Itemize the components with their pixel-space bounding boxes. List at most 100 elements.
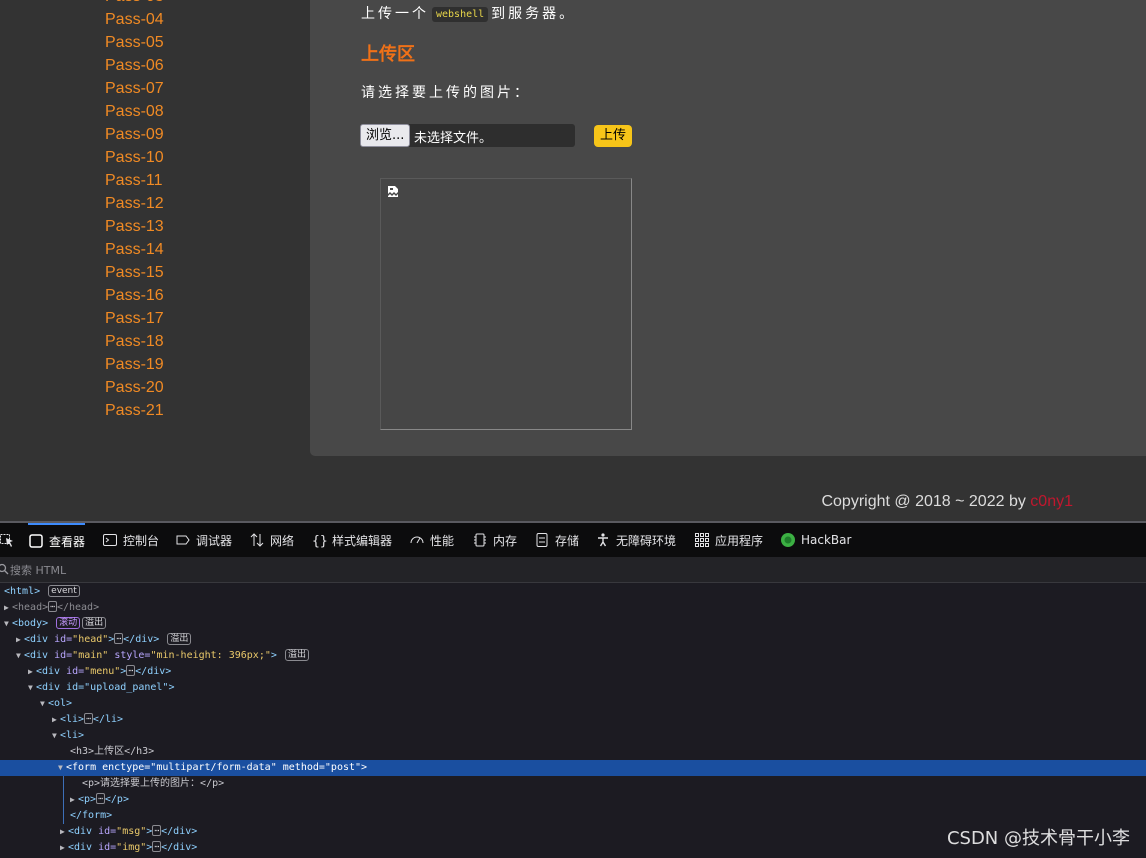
overflow-badge[interactable]: 溢出 bbox=[284, 649, 309, 661]
overflow-badge[interactable]: 溢出 bbox=[82, 617, 107, 629]
html-search-bar[interactable]: 搜索 HTML bbox=[0, 557, 1146, 583]
scroll-badge[interactable]: 滚动 bbox=[56, 617, 81, 629]
tree-node-div-menu[interactable]: ▶ <div id="menu"> ⋯ </div> bbox=[28, 664, 171, 680]
collapse-arrow-icon[interactable]: ▼ bbox=[40, 696, 48, 712]
expand-arrow-icon[interactable]: ▶ bbox=[60, 840, 68, 856]
tree-node-div-head[interactable]: ▶ <div id="head"> ⋯ </div> 溢出 bbox=[16, 632, 192, 648]
menu-item-pass-12[interactable]: Pass-12 bbox=[105, 194, 164, 214]
intro-text-end: 到服务器。 bbox=[491, 5, 577, 21]
div-open-tag: <div bbox=[24, 634, 55, 645]
div-open-tag: <div bbox=[24, 650, 55, 661]
menu-item-pass-16[interactable]: Pass-16 bbox=[105, 286, 164, 306]
overflow-badge[interactable]: 溢出 bbox=[167, 633, 192, 645]
expand-arrow-icon[interactable]: ▶ bbox=[60, 824, 68, 840]
collapsed-dots[interactable]: ⋯ bbox=[152, 841, 162, 852]
tree-node-div-img[interactable]: ▶ <div id="img"> ⋯ </div> bbox=[60, 840, 197, 856]
tab-label: 网络 bbox=[270, 533, 295, 548]
menu-item-pass-17[interactable]: Pass-17 bbox=[105, 309, 164, 329]
menu-item-pass-14[interactable]: Pass-14 bbox=[105, 240, 164, 260]
menu-item-pass-13[interactable]: Pass-13 bbox=[105, 217, 164, 237]
tree-node-ol[interactable]: ▼ <ol> bbox=[40, 696, 72, 712]
tree-node-p-collapsed[interactable]: ▶ <p> ⋯ </p> bbox=[70, 792, 129, 808]
menu-item-pass-15[interactable]: Pass-15 bbox=[105, 263, 164, 283]
devtools-tab-hackbar[interactable]: HackBar bbox=[780, 523, 851, 557]
event-badge[interactable]: event bbox=[48, 585, 80, 597]
tree-node-form-selected[interactable]: ▼ <form enctype="multipart/form-data" met… bbox=[0, 760, 1146, 776]
devtools-tab-style-editor[interactable]: {} 样式编辑器 bbox=[311, 523, 392, 557]
tab-label: 查看器 bbox=[49, 534, 86, 549]
devtools-tab-debugger[interactable]: 调试器 bbox=[175, 523, 232, 557]
file-input[interactable]: 浏览... 未选择文件。 bbox=[360, 124, 575, 147]
tree-node-html[interactable]: <html> event bbox=[4, 584, 80, 600]
p-open-tag: <p> bbox=[78, 794, 97, 805]
tree-node-li-collapsed[interactable]: ▶ <li> ⋯ </li> bbox=[52, 712, 123, 728]
h3-tag: <h3>上传区</h3> bbox=[70, 746, 155, 757]
author-link[interactable]: c0ny1 bbox=[1030, 493, 1073, 510]
id-attr: id= bbox=[54, 634, 73, 645]
search-placeholder: 搜索 HTML bbox=[10, 564, 67, 577]
menu-item-pass-18[interactable]: Pass-18 bbox=[105, 332, 164, 352]
collapsed-dots[interactable]: ⋯ bbox=[96, 793, 105, 804]
collapse-arrow-icon[interactable]: ▼ bbox=[4, 616, 12, 632]
expand-arrow-icon[interactable]: ▶ bbox=[16, 632, 24, 648]
collapse-arrow-icon[interactable]: ▼ bbox=[16, 648, 24, 664]
collapsed-dots[interactable]: ⋯ bbox=[126, 665, 136, 676]
li-close-tag: </li> bbox=[92, 714, 124, 725]
menu-item-pass-05[interactable]: Pass-05 bbox=[105, 33, 164, 53]
menu-item-pass-08[interactable]: Pass-08 bbox=[105, 102, 164, 122]
devtools-tab-accessibility[interactable]: 无障碍环境 bbox=[595, 523, 676, 557]
menu-item-pass-03[interactable]: Pass-03 bbox=[105, 0, 164, 7]
devtools-tab-console[interactable]: 控制台 bbox=[102, 523, 159, 557]
menu-item-pass-09[interactable]: Pass-09 bbox=[105, 125, 164, 145]
div-close-tag: </div> bbox=[161, 842, 198, 853]
tree-node-h3[interactable]: <h3>上传区</h3> bbox=[70, 744, 154, 760]
collapsed-dots[interactable]: ⋯ bbox=[152, 825, 162, 836]
div-open-tag: <div bbox=[68, 826, 99, 837]
collapse-arrow-icon[interactable]: ▼ bbox=[58, 760, 66, 776]
tree-node-div-main[interactable]: ▼ <div id="main" style="min-height: 396px… bbox=[16, 648, 309, 664]
menu-item-pass-04[interactable]: Pass-04 bbox=[105, 10, 164, 30]
devtools-tab-memory[interactable]: 内存 bbox=[472, 523, 517, 557]
collapsed-dots[interactable]: ⋯ bbox=[48, 601, 57, 612]
devtools-tab-performance[interactable]: 性能 bbox=[409, 523, 454, 557]
collapsed-dots[interactable]: ⋯ bbox=[114, 633, 124, 644]
upload-zone-title: 上传区 bbox=[361, 44, 415, 64]
menu-item-pass-07[interactable]: Pass-07 bbox=[105, 79, 164, 99]
broken-image-icon bbox=[388, 186, 398, 197]
li-tag: <li> bbox=[60, 730, 85, 741]
menu-item-pass-21[interactable]: Pass-21 bbox=[105, 401, 164, 421]
collapsed-dots[interactable]: ⋯ bbox=[84, 713, 93, 724]
devtools-tab-network[interactable]: 网络 bbox=[249, 523, 294, 557]
devtools-tab-storage[interactable]: 存储 bbox=[534, 523, 579, 557]
id-attr: id= bbox=[66, 666, 85, 677]
tree-node-head[interactable]: ▶ <head> ⋯ </head> bbox=[4, 600, 99, 616]
tree-node-li[interactable]: ▼ <li> bbox=[52, 728, 84, 744]
tree-node-div-msg[interactable]: ▶ <div id="msg"> ⋯ </div> bbox=[60, 824, 197, 840]
expand-arrow-icon[interactable]: ▶ bbox=[70, 792, 78, 808]
tree-node-body[interactable]: ▼ <body> 滚动 溢出 bbox=[4, 616, 107, 632]
performance-icon bbox=[410, 536, 424, 544]
expand-arrow-icon[interactable]: ▶ bbox=[28, 664, 36, 680]
form-tag: <form bbox=[66, 762, 103, 773]
menu-item-pass-06[interactable]: Pass-06 bbox=[105, 56, 164, 76]
method-value: "post" bbox=[324, 762, 362, 773]
collapse-arrow-icon[interactable]: ▼ bbox=[28, 680, 36, 696]
debugger-icon bbox=[176, 535, 190, 545]
menu-item-pass-19[interactable]: Pass-19 bbox=[105, 355, 164, 375]
upload-button[interactable]: 上传 bbox=[594, 125, 633, 147]
element-picker-icon[interactable] bbox=[0, 532, 14, 548]
devtools-tab-inspector[interactable]: 查看器 bbox=[28, 523, 86, 557]
level-menu: Pass-03 Pass-04 Pass-05 Pass-06 Pass-07 Pass-… bbox=[0, 0, 310, 470]
browse-button[interactable]: 浏览... bbox=[360, 124, 411, 147]
tree-node-upload-panel[interactable]: ▼ <div id="upload_panel"> bbox=[28, 680, 174, 696]
expand-arrow-icon[interactable]: ▶ bbox=[4, 600, 12, 616]
menu-item-pass-10[interactable]: Pass-10 bbox=[105, 148, 164, 168]
tree-node-form-close[interactable]: </form> bbox=[70, 808, 112, 824]
devtools-tab-application[interactable]: 应用程序 bbox=[694, 523, 763, 557]
menu-item-pass-11[interactable]: Pass-11 bbox=[105, 171, 163, 191]
html-tree: <html> event ▶ <head> ⋯ </head> ▼ <body> 滚动溢… bbox=[0, 584, 1146, 858]
collapse-arrow-icon[interactable]: ▼ bbox=[52, 728, 60, 744]
expand-arrow-icon[interactable]: ▶ bbox=[52, 712, 60, 728]
menu-item-pass-20[interactable]: Pass-20 bbox=[105, 378, 164, 398]
tree-node-p-text[interactable]: <p>请选择要上传的图片：</p> bbox=[82, 776, 224, 792]
